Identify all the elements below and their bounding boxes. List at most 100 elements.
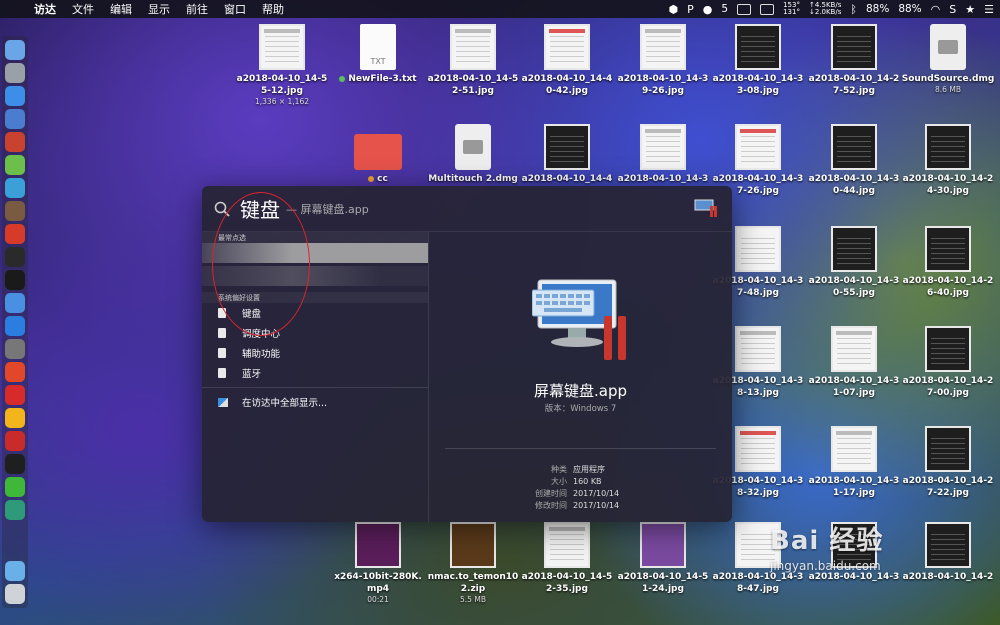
net-down: ↓2.0KB/s <box>808 8 842 16</box>
file-name: a2018-04-10_14-52-35.jpg <box>521 572 613 594</box>
desktop-file[interactable]: a2018-04-10_14-30-55.jpg <box>806 226 902 299</box>
desktop-file[interactable]: a2018-04-10_14-52-51.jpg <box>425 24 521 97</box>
desktop-file[interactable]: a2018-04-10_14-26-40.jpg <box>900 226 996 299</box>
desktop-file[interactable]: a2018-04-10_14-52-35.jpg <box>519 522 615 595</box>
file-name: nmac.to_temon102.zip <box>427 572 519 594</box>
activity-monitor-icon[interactable] <box>5 247 25 267</box>
menu-finder[interactable]: 访达 <box>26 1 64 17</box>
desktop-file[interactable]: a2018-04-10_14-2 <box>900 522 996 583</box>
folder-icon <box>354 134 402 170</box>
android-icon[interactable] <box>5 155 25 175</box>
preview-version: 版本：Windows 7 <box>544 404 617 414</box>
desktop-folder[interactable]: cc <box>330 124 426 185</box>
tray-icon[interactable]: ⬢ <box>669 3 679 16</box>
file-thumbnail <box>735 326 781 372</box>
downloads-folder-icon[interactable] <box>5 561 25 581</box>
system-preferences-icon[interactable] <box>5 339 25 359</box>
show-all-in-finder[interactable]: 在访达中全部显示... <box>202 392 428 412</box>
yandex-icon[interactable] <box>5 385 25 405</box>
file-name: a2018-04-10_14-24-30.jpg <box>902 174 994 196</box>
desktop-file[interactable]: a2018-04-10_14-31-17.jpg <box>806 426 902 499</box>
chrome-icon[interactable] <box>5 408 25 428</box>
app-brown-icon[interactable] <box>5 201 25 221</box>
launchpad-icon[interactable] <box>5 63 25 83</box>
file-name: a2018-04-10_14-52-51.jpg <box>427 74 519 96</box>
file-thumbnail <box>544 522 590 568</box>
netease-music-icon[interactable] <box>5 362 25 382</box>
menu-edit[interactable]: 编辑 <box>102 1 140 17</box>
desktop-file[interactable]: TXT NewFile-3.txt <box>330 24 426 85</box>
dmg-icon <box>930 24 966 70</box>
desktop-file[interactable]: x264-10bit-280K.mp4 00:21 <box>330 522 426 604</box>
desktop-file[interactable]: a2018-04-10_14-40-42.jpg <box>519 24 615 97</box>
cpu-monitor-icon[interactable] <box>760 3 775 15</box>
battery-percent[interactable]: 88% <box>866 3 889 15</box>
file-name: a2018-04-10_14-27-22.jpg <box>902 476 994 498</box>
result-bluetooth[interactable]: 蓝牙 <box>202 363 428 383</box>
file-name: a2018-04-10_14-30-44.jpg <box>808 174 900 196</box>
menu-list-icon[interactable]: ☰ <box>984 3 994 16</box>
teamviewer-icon[interactable] <box>5 178 25 198</box>
watermark-url: jingyan.baidu.com <box>770 559 881 573</box>
menu-go[interactable]: 前往 <box>178 1 216 17</box>
desktop-file[interactable]: a2018-04-10_14-27-52.jpg <box>806 24 902 97</box>
file-icon <box>218 368 226 378</box>
app-green-icon[interactable] <box>5 500 25 520</box>
menu-window[interactable]: 窗口 <box>216 1 254 17</box>
wechat-dock-icon[interactable] <box>5 477 25 497</box>
safari-icon[interactable] <box>5 86 25 106</box>
search-suggestion: — 屏幕键盘.app <box>286 202 369 216</box>
app-s-icon[interactable]: S <box>949 3 956 16</box>
bluetooth-icon[interactable]: ᛒ <box>850 3 857 16</box>
app-red-icon[interactable] <box>5 132 25 152</box>
desktop-file[interactable]: a2018-04-10_14-3 <box>615 124 711 185</box>
app-store-icon[interactable] <box>5 316 25 336</box>
file-info: 8.6 MB <box>935 85 961 94</box>
app-red2-icon[interactable] <box>5 224 25 244</box>
file-thumbnail <box>640 522 686 568</box>
desktop-file[interactable]: a2018-04-10_14-33-08.jpg <box>710 24 806 97</box>
battery-percent-2[interactable]: 88% <box>898 3 921 15</box>
desktop-file[interactable]: a2018-04-10_14-24-30.jpg <box>900 124 996 197</box>
file-name: a2018-04-10_14-55-12.jpg <box>236 74 328 96</box>
terminal-icon[interactable] <box>5 270 25 290</box>
divider <box>202 387 428 388</box>
desktop-file[interactable]: a2018-04-10_14-27-22.jpg <box>900 426 996 499</box>
desktop-file[interactable]: Multitouch 2.dmg <box>425 124 521 185</box>
wechat-icon[interactable]: ● <box>703 3 713 16</box>
file-thumbnail <box>640 124 686 170</box>
onscreen-keyboard-large-icon <box>532 279 626 360</box>
menu-help[interactable]: 帮助 <box>254 1 292 17</box>
menu-file[interactable]: 文件 <box>64 1 102 17</box>
desktop-file[interactable]: a2018-04-10_14-55-12.jpg 1,336 × 1,162 <box>234 24 330 106</box>
trash-icon[interactable] <box>5 584 25 604</box>
file-name: a2018-04-10_14-31-17.jpg <box>808 476 900 498</box>
desktop-file[interactable]: a2018-04-10_14-27-00.jpg <box>900 326 996 399</box>
desktop-file[interactable]: a2018-04-10_14-31-07.jpg <box>806 326 902 399</box>
star-icon[interactable]: ★ <box>965 3 975 16</box>
preview-icon[interactable] <box>5 109 25 129</box>
menu-view[interactable]: 显示 <box>140 1 178 17</box>
file-thumbnail <box>735 24 781 70</box>
dmg-icon <box>455 124 491 170</box>
file-name: a2018-04-10_14-27-52.jpg <box>808 74 900 96</box>
vivaldi-icon[interactable] <box>5 431 25 451</box>
result-accessibility[interactable]: 辅助功能 <box>202 343 428 363</box>
menubar: 访达 文件 编辑 显示 前往 窗口 帮助 ⬢ P ● 5 153° 131° ↑… <box>0 0 1000 18</box>
file-thumbnail <box>831 226 877 272</box>
wifi-icon[interactable]: ◠ <box>931 3 941 16</box>
desktop-file[interactable]: a2018-04-10_14-30-44.jpg <box>806 124 902 197</box>
desktop-file[interactable]: a2018-04-10_14-51-24.jpg <box>615 522 711 595</box>
desktop-file[interactable]: a2018-04-10_14-4 <box>519 124 615 185</box>
terminal2-icon[interactable] <box>5 454 25 474</box>
watermark-brand: Bai 经验 <box>770 526 884 556</box>
desktop-file[interactable]: SoundSource.dmg 8.6 MB <box>900 24 996 94</box>
display-icon[interactable] <box>737 3 752 15</box>
finder-icon[interactable] <box>5 40 25 60</box>
finder-icon <box>218 397 228 407</box>
siri-icon[interactable] <box>5 293 25 313</box>
pages-icon[interactable]: P <box>687 3 694 16</box>
file-thumbnail <box>544 124 590 170</box>
desktop-file[interactable]: nmac.to_temon102.zip 5.5 MB <box>425 522 521 604</box>
desktop-file[interactable]: a2018-04-10_14-39-26.jpg <box>615 24 711 97</box>
